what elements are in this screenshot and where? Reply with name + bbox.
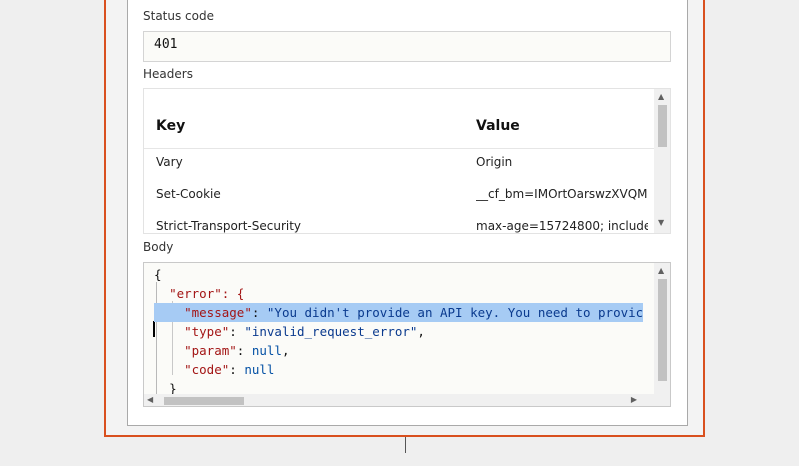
headers-table[interactable]: Key Value Vary Origin Set-Cookie __cf_bm… bbox=[143, 88, 671, 234]
headers-label: Headers bbox=[143, 67, 193, 81]
header-key: Vary bbox=[156, 155, 183, 169]
scroll-right-icon[interactable]: ▶ bbox=[631, 396, 637, 404]
request-detail-panel: Status code 401 Headers Key Value Vary O… bbox=[104, 0, 705, 437]
connector-line bbox=[405, 437, 406, 453]
code-line: "error": { bbox=[169, 286, 245, 301]
scrollbar-thumb[interactable] bbox=[658, 279, 667, 381]
scroll-up-icon[interactable]: ▲ bbox=[658, 93, 664, 101]
scrollbar-thumb[interactable] bbox=[164, 397, 244, 405]
code-line-selected: "message": "You didn't provide an API ke… bbox=[154, 303, 644, 322]
header-value: max-age=15724800; includeS... bbox=[476, 219, 648, 233]
header-value: __cf_bm=IMOrtOarswzXVQMI... bbox=[476, 187, 648, 201]
header-divider bbox=[144, 148, 655, 149]
body-label: Body bbox=[143, 240, 174, 254]
status-code-field[interactable]: 401 bbox=[143, 31, 671, 62]
scroll-up-icon[interactable]: ▲ bbox=[658, 267, 664, 275]
code-line: "code": null bbox=[184, 362, 275, 377]
headers-vertical-scrollbar[interactable]: ▲ ▼ bbox=[654, 89, 670, 233]
value-column-header[interactable]: Value bbox=[476, 118, 648, 134]
body-horizontal-scrollbar[interactable]: ◀ ▶ bbox=[144, 394, 655, 406]
code-line: "type": "invalid_request_error", bbox=[184, 324, 425, 339]
status-code-label: Status code bbox=[143, 9, 214, 23]
scrollbar-thumb[interactable] bbox=[658, 105, 667, 147]
scroll-down-icon[interactable]: ▼ bbox=[658, 219, 664, 227]
key-column-header[interactable]: Key bbox=[156, 118, 185, 134]
body-editor[interactable]: { "error": { "message": "You didn't prov… bbox=[143, 262, 671, 407]
header-value: Origin bbox=[476, 155, 513, 169]
code-line: { bbox=[154, 267, 162, 282]
body-vertical-scrollbar[interactable]: ▲ bbox=[654, 263, 670, 406]
header-key: Strict-Transport-Security bbox=[156, 219, 302, 233]
response-card: Status code 401 Headers Key Value Vary O… bbox=[127, 0, 688, 426]
code-line: "param": null, bbox=[184, 343, 290, 358]
scroll-left-icon[interactable]: ◀ bbox=[147, 396, 153, 404]
json-code[interactable]: { "error": { "message": "You didn't prov… bbox=[154, 265, 644, 398]
header-key: Set-Cookie bbox=[156, 187, 221, 201]
